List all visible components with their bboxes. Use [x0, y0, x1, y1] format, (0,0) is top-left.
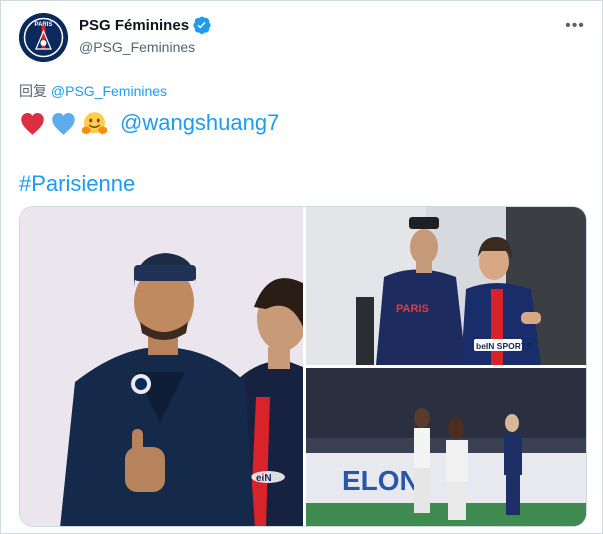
- mention-link[interactable]: @wangshuang7: [120, 110, 279, 136]
- blue-heart-icon: [52, 112, 75, 135]
- media-grid: eiN PARIS beIN SPORTS ELON: [19, 206, 587, 527]
- more-options-icon[interactable]: •••: [564, 15, 586, 37]
- author-name-row[interactable]: PSG Féminines: [79, 16, 211, 34]
- photo-top-right[interactable]: PARIS beIN SPORTS: [306, 207, 586, 365]
- photo-top-right-image: PARIS beIN SPORTS: [306, 207, 586, 365]
- hugging-face-icon: [81, 111, 108, 134]
- photo-left-image: eiN: [20, 207, 303, 526]
- avatar[interactable]: PARIS: [19, 13, 68, 62]
- verified-badge-icon: [193, 16, 211, 34]
- svg-text:ELON: ELON: [342, 465, 420, 496]
- reply-prefix: 回复: [19, 83, 47, 99]
- photo-bottom-right-image: ELON: [306, 368, 586, 526]
- reply-context: 回复 @PSG_Feminines: [19, 81, 167, 101]
- svg-text:PARIS: PARIS: [35, 22, 53, 28]
- hashtag-link[interactable]: #Parisienne: [19, 171, 135, 197]
- reply-handle-link[interactable]: @PSG_Feminines: [51, 83, 167, 99]
- svg-text:eiN: eiN: [256, 473, 272, 484]
- tweet-text-line: @wangshuang7: [19, 109, 279, 137]
- author-display-name[interactable]: PSG Féminines: [79, 17, 189, 34]
- tweet-card: PARIS PSG Féminines @PSG_Feminines ••• 回…: [0, 0, 603, 534]
- red-heart-icon: [21, 112, 44, 135]
- psg-logo-icon: PARIS: [19, 13, 68, 62]
- photo-left[interactable]: eiN: [20, 207, 303, 526]
- photo-bottom-right[interactable]: ELON: [306, 368, 586, 526]
- svg-text:beIN SPORTS: beIN SPORTS: [476, 341, 532, 351]
- svg-text:PARIS: PARIS: [396, 303, 429, 315]
- author-handle[interactable]: @PSG_Feminines: [79, 39, 195, 55]
